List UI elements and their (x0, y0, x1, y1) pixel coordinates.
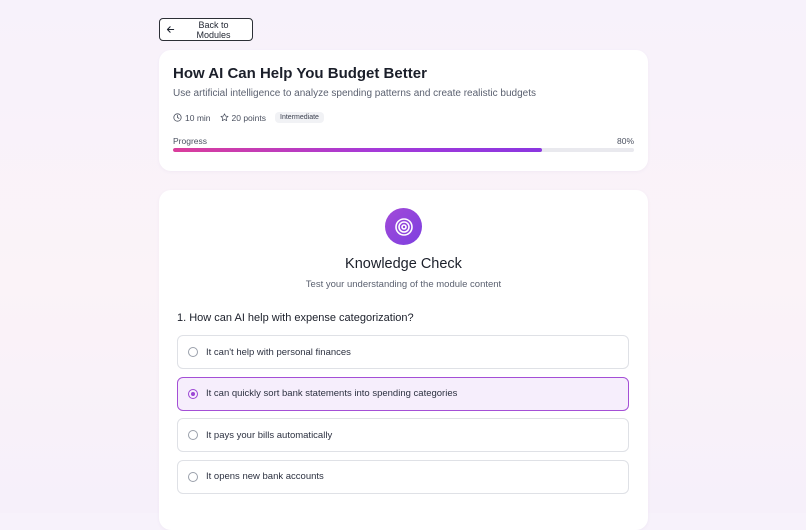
progress-label: Progress (173, 136, 208, 146)
progress-bar (173, 148, 634, 152)
answer-option-label: It pays your bills automatically (206, 429, 333, 441)
answer-option-3[interactable]: It pays your bills automatically (177, 418, 629, 452)
answer-option-4[interactable]: It opens new bank accounts (177, 459, 629, 494)
points-text: 20 points (231, 112, 267, 123)
clock-icon (173, 113, 182, 122)
progress-header: Progress 80% (173, 136, 634, 146)
back-to-modules-label: Back to Modules (196, 19, 231, 40)
answer-option-1[interactable]: It can't help with personal finances (177, 335, 629, 369)
answer-option-label: It can't help with personal finances (206, 346, 351, 358)
progress-bar-fill (173, 148, 542, 152)
knowledge-check-subtitle: Test your understanding of the module co… (305, 279, 502, 290)
question-text: 1. How can AI help with expense categori… (177, 312, 414, 324)
target-icon (385, 208, 422, 245)
radio-unchecked-icon (188, 347, 198, 357)
radio-dot (191, 391, 195, 396)
points-meta: 20 points (220, 112, 267, 123)
module-meta: 10 min 20 points Intermediate (173, 112, 324, 123)
back-to-modules-button[interactable]: Back to Modules (159, 18, 253, 41)
module-title: How AI Can Help You Budget Better (173, 65, 427, 82)
duration-meta: 10 min (173, 113, 211, 123)
radio-unchecked-icon (188, 430, 198, 440)
knowledge-check-title: Knowledge Check (345, 256, 462, 272)
progress-percent: 80% (616, 136, 634, 146)
radio-unchecked-icon (188, 471, 198, 482)
module-summary-card: How AI Can Help You Budget Better Use ar… (159, 50, 648, 171)
star-icon (220, 113, 229, 122)
level-badge: Intermediate (275, 112, 324, 123)
radio-checked-icon (188, 388, 198, 399)
knowledge-check-card: Knowledge Check Test your understanding … (159, 190, 648, 530)
answer-option-label: It can quickly sort bank statements into… (206, 388, 458, 399)
answer-options: It can't help with personal finances It … (177, 335, 629, 501)
arrow-left-icon (166, 25, 175, 34)
duration-text: 10 min (185, 112, 211, 123)
answer-option-label: It opens new bank accounts (206, 471, 324, 482)
answer-option-2[interactable]: It can quickly sort bank statements into… (177, 376, 629, 411)
module-description: Use artificial intelligence to analyze s… (173, 88, 536, 99)
